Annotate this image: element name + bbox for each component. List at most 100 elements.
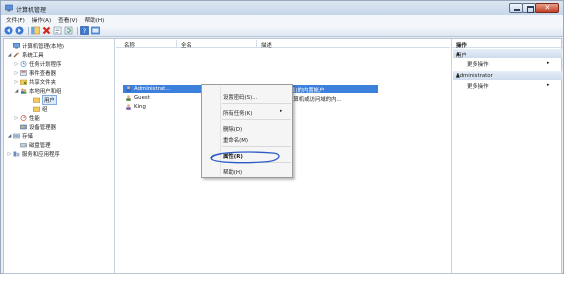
toolbar-separator: [28, 26, 29, 35]
tree-expander[interactable]: ▷: [14, 71, 19, 76]
refresh-icon: [64, 26, 73, 35]
menu-file[interactable]: 文件(F): [6, 16, 25, 24]
computer-management-app-icon: [5, 4, 13, 12]
tree-node-task-scheduler[interactable]: ▷ 任务计划程序: [14, 60, 61, 68]
tree-node-label: 计算机管理(本地): [22, 44, 64, 50]
tree-expander[interactable]: ◢: [14, 89, 19, 94]
column-divider[interactable]: [176, 40, 177, 47]
maximize-button[interactable]: [522, 3, 536, 13]
user-icon: [126, 104, 131, 110]
actions-title: 操作: [456, 42, 467, 49]
show-hide-tree-button[interactable]: [31, 26, 40, 35]
tree-node-local-users-groups[interactable]: ◢ 本地用户和组: [14, 87, 61, 95]
tree-node-services-applications[interactable]: ▷ 服务和应用程序: [7, 150, 60, 158]
context-menu-set-password[interactable]: 设置密码(S)...: [223, 93, 257, 101]
tree-node-label: 事件查看器: [29, 71, 56, 77]
tree-expander[interactable]: ▷: [14, 62, 19, 67]
tree-expander[interactable]: ▷: [7, 152, 12, 157]
console-button[interactable]: [91, 26, 100, 35]
delete-icon: [42, 26, 51, 35]
menu-help[interactable]: 帮助(H): [85, 16, 105, 24]
collapse-up-icon[interactable]: ▲: [456, 73, 558, 79]
tree-node-users[interactable]: 用户: [27, 95, 57, 105]
action-more-actions[interactable]: 更多操作 ▸: [467, 82, 550, 90]
context-menu-help[interactable]: 帮助(H): [223, 168, 242, 176]
user-name: Guest: [134, 95, 150, 101]
properties-button[interactable]: [53, 26, 62, 35]
menu-item-label: 删除(D): [223, 127, 243, 133]
window-title: 计算机管理: [16, 6, 47, 14]
tree-node-storage[interactable]: ◢ 存储: [7, 132, 33, 141]
tree-node-system-tools[interactable]: ◢ 系统工具: [7, 51, 44, 59]
menu-separator: [222, 146, 291, 147]
action-more-actions[interactable]: 更多操作 ▸: [467, 60, 550, 68]
actions-section-administrator[interactable]: Administrator ▲: [453, 71, 562, 80]
services-icon: [13, 151, 20, 157]
tree-node-groups[interactable]: 组: [27, 105, 47, 113]
tree-node-label: 存储: [22, 134, 33, 140]
back-icon: [4, 26, 13, 35]
menu-item-label: 重命名(M): [223, 138, 249, 144]
menu-action[interactable]: 操作(A): [32, 16, 51, 24]
collapse-up-icon[interactable]: ▲: [456, 51, 558, 57]
tree-expander[interactable]: ▷: [14, 116, 19, 121]
close-button[interactable]: [535, 3, 559, 13]
forward-button[interactable]: [15, 26, 24, 35]
tree-node-label: 系统工具: [22, 53, 44, 59]
status-bar: [0, 274, 564, 289]
delete-button[interactable]: [42, 26, 51, 35]
help-icon: ?: [80, 26, 89, 35]
help-button[interactable]: ?: [80, 26, 89, 35]
context-menu-delete[interactable]: 删除(D): [223, 125, 242, 133]
tree-node-label: 用户: [42, 95, 57, 105]
annotation-circle-highlight: [210, 151, 280, 164]
actions-pane: 操作 用户 ▲ 更多操作 ▸ Administrator ▲ 更多操作 ▸: [451, 39, 563, 273]
context-menu-rename[interactable]: 重命名(M): [223, 136, 248, 144]
submenu-arrow-icon: ▸: [280, 109, 283, 114]
tree-expander[interactable]: ◢: [7, 53, 12, 58]
folder-icon: [33, 97, 40, 103]
toolbar: ?: [1, 25, 563, 37]
menu-item-label: 帮助(H): [223, 170, 243, 176]
menu-separator: [222, 103, 291, 104]
properties-icon: [53, 26, 62, 35]
tree-expander[interactable]: ▷: [14, 80, 19, 85]
performance-icon: [20, 115, 27, 121]
column-divider[interactable]: [256, 40, 257, 47]
submenu-arrow-icon: ▸: [547, 60, 550, 66]
menu-bar: 文件(F) 操作(A) 查看(V) 帮助(H): [1, 15, 563, 25]
toolbar-separator: [77, 26, 78, 35]
disk-icon: [20, 143, 27, 148]
menu-separator: [222, 119, 291, 120]
column-header-description[interactable]: 描述: [261, 41, 272, 49]
tree-node-event-viewer[interactable]: ▷ 事件查看器: [14, 69, 56, 77]
show-tree-icon: [31, 26, 40, 35]
submenu-arrow-icon: ▸: [547, 82, 550, 88]
tree-node-label: 共享文件夹: [29, 80, 56, 86]
console-tree: 计算机管理(本地) ◢ 系统工具 ▷ 任务计划程序 ▷ 事件查看器 ▷ 共享文件…: [4, 39, 115, 273]
event-viewer-icon: [20, 70, 27, 76]
tree-node-performance[interactable]: ▷ 性能: [14, 114, 40, 122]
menu-item-label: 设置密码(S)...: [223, 95, 258, 101]
tree-node-disk-management[interactable]: 磁盘管理: [14, 141, 51, 149]
menu-view[interactable]: 查看(V): [58, 16, 77, 24]
actions-section-users[interactable]: 用户 ▲: [453, 49, 562, 59]
tree-node-label: 服务和应用程序: [22, 152, 60, 158]
column-header-fullname[interactable]: 全名: [181, 41, 192, 49]
clock-icon: [20, 61, 27, 67]
back-button[interactable]: [4, 26, 13, 35]
user-icon: [126, 86, 131, 92]
column-header-name[interactable]: 名称: [124, 41, 135, 49]
user-icon: [126, 95, 131, 101]
minimize-button[interactable]: [509, 3, 523, 13]
title-bar[interactable]: 计算机管理: [1, 1, 563, 15]
refresh-button[interactable]: [64, 26, 73, 35]
tree-node-computer-management[interactable]: 计算机管理(本地): [7, 42, 64, 50]
tree-expander[interactable]: ◢: [7, 134, 12, 139]
tree-node-label: 磁盘管理: [29, 143, 51, 149]
tree-node-shared-folders[interactable]: ▷ 共享文件夹: [14, 78, 56, 87]
context-menu-all-tasks[interactable]: 所有任务(K) ▸: [223, 109, 282, 117]
storage-icon: [13, 133, 20, 139]
tree-node-device-manager[interactable]: 设备管理器: [14, 123, 56, 131]
computer-icon: [13, 43, 20, 49]
